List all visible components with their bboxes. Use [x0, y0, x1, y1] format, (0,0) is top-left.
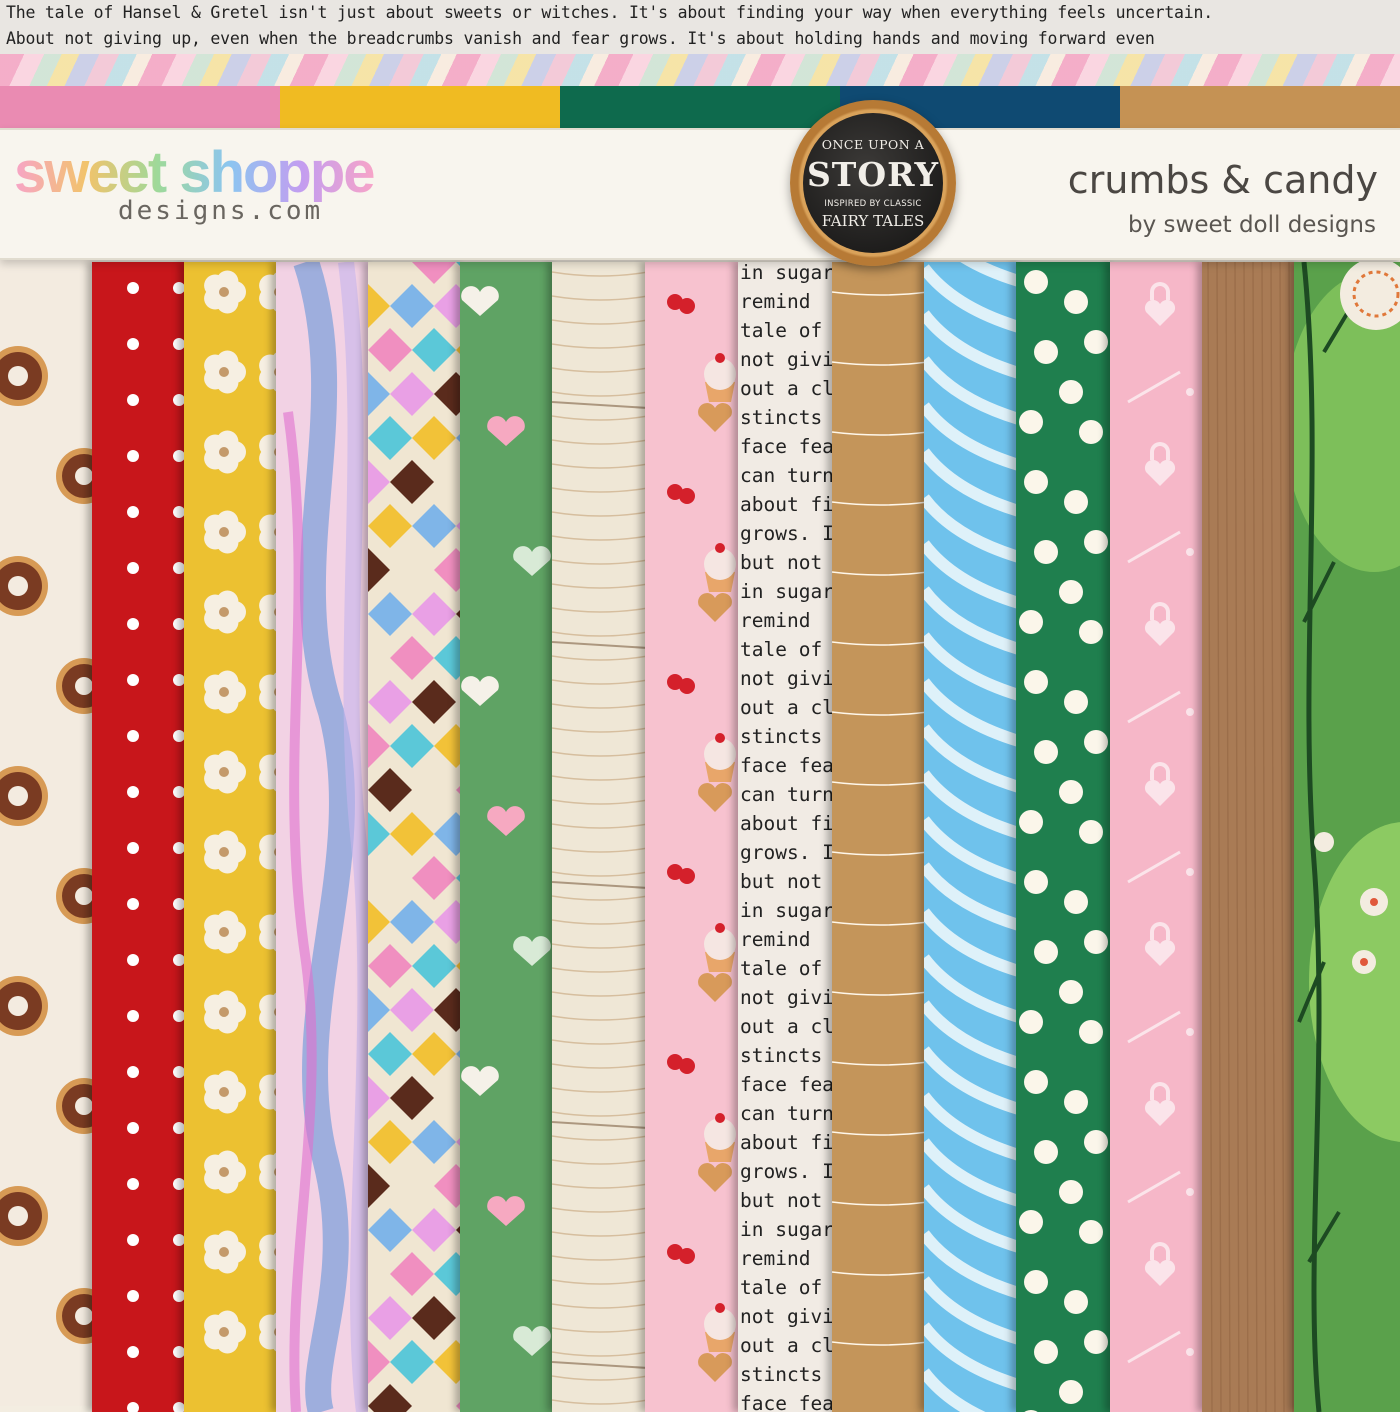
blue-wave-pattern	[924, 262, 1022, 1412]
quote-strip: The tale of Hansel & Gretel isn't just a…	[0, 0, 1400, 54]
paper-strip	[924, 262, 1022, 1412]
stripe-paper-band	[0, 54, 1400, 86]
lock-key-pattern	[1127, 282, 1194, 1364]
paper-strip-fan: in sugar remind tale of t not givin out …	[0, 256, 1400, 1412]
paper-strip	[184, 262, 280, 1412]
quote-line-1: The tale of Hansel & Gretel isn't just a…	[6, 3, 1213, 22]
store-logo-url: designs.com	[118, 196, 324, 226]
header-banner: sweet shoppe designs.com crumbs & candy …	[0, 128, 1400, 260]
heart-pattern	[461, 286, 551, 1356]
story-badge: ONCE UPON A STORY INSPIRED BY CLASSIC FA…	[790, 100, 956, 266]
paper-strip	[0, 256, 94, 1406]
chalkboard-badge-center: ONCE UPON A STORY INSPIRED BY CLASSIC FA…	[803, 113, 943, 253]
brown-wood-pattern	[1207, 262, 1294, 1412]
paper-strip	[552, 262, 648, 1412]
color-bar-green	[560, 86, 840, 128]
paper-strip: in sugar remind tale of t not givin out …	[738, 262, 838, 1412]
store-logo: sweet shoppe	[14, 140, 376, 205]
badge-line-2: STORY	[806, 155, 940, 194]
paper-strip	[1110, 262, 1206, 1412]
cupcake-cherry-pattern	[667, 294, 736, 1382]
kit-byline: by sweet doll designs	[1128, 212, 1376, 238]
floral-pattern	[204, 270, 280, 1354]
color-bar-tan	[1120, 86, 1400, 128]
paper-strip	[368, 262, 464, 1412]
watercolor-wave-pattern	[283, 262, 372, 1412]
badge-line-3: INSPIRED BY CLASSIC	[824, 199, 922, 209]
green-dot-pattern	[1019, 270, 1108, 1412]
badge-line-4: FAIRY TALES	[821, 212, 925, 230]
color-bar-row	[0, 86, 1400, 128]
paper-strip	[1294, 262, 1400, 1412]
badge-line-1: ONCE UPON A	[821, 137, 925, 152]
stitch-line-pattern	[832, 291, 928, 1346]
paper-strip	[92, 262, 188, 1412]
polka-dot-pattern	[127, 282, 185, 1412]
quote-line-2: About not giving up, even when the bread…	[6, 29, 1155, 48]
paper-strip	[1202, 262, 1298, 1412]
color-bar-yellow	[280, 86, 560, 128]
paper-strip	[645, 262, 741, 1412]
forest-pattern	[1294, 262, 1400, 1412]
paper-strip	[1016, 262, 1114, 1412]
paper-strip	[460, 262, 556, 1412]
donut-pattern	[0, 346, 94, 1344]
paper-strip	[276, 262, 372, 1412]
kit-title: crumbs & candy	[1067, 158, 1378, 202]
harlequin-pattern	[368, 262, 464, 1412]
color-bar-pink	[0, 86, 280, 128]
wood-grain-pattern	[552, 271, 648, 1405]
paper-strip	[832, 262, 928, 1412]
text-paper-words: in sugar remind tale of t not givin out …	[740, 262, 838, 1412]
